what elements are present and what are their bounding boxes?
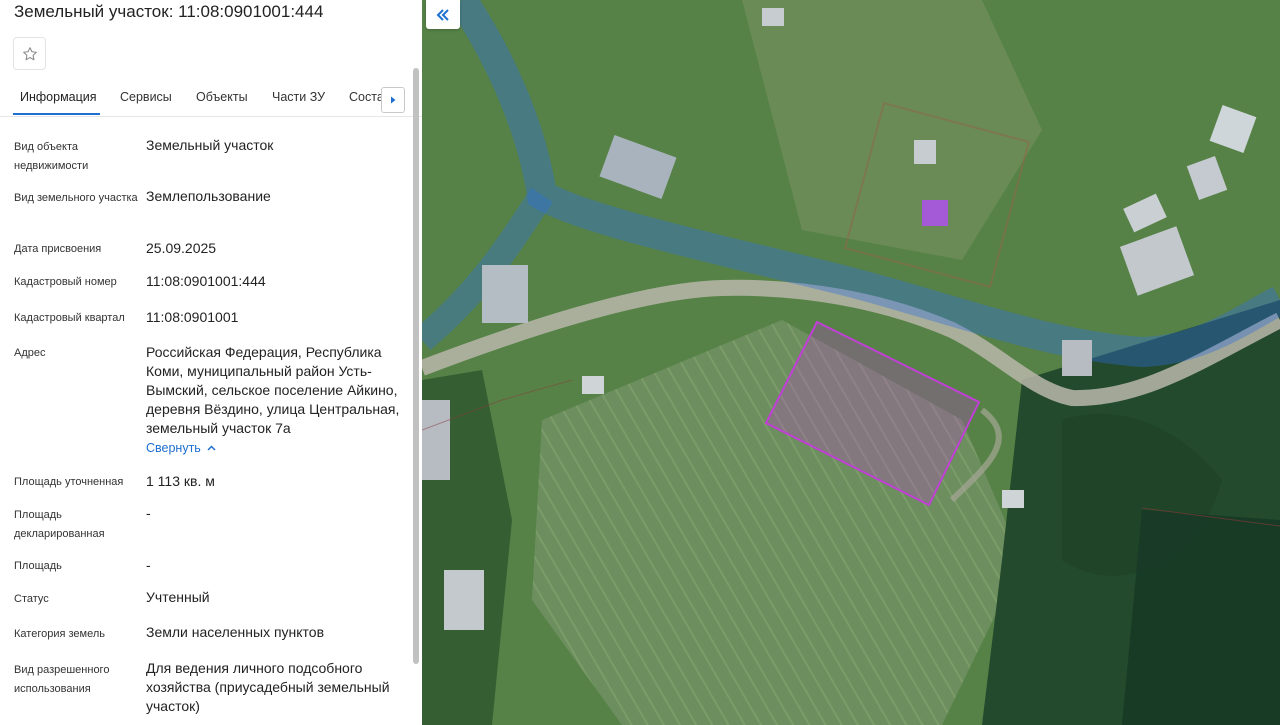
tab-parts[interactable]: Части ЗУ: [272, 90, 325, 104]
caret-right-icon: [391, 96, 396, 104]
page-title: Земельный участок: 11:08:0901001:444: [14, 2, 324, 21]
map-view[interactable]: [422, 0, 1280, 725]
field-label: Площадь: [14, 560, 62, 572]
field-value: -: [146, 505, 151, 521]
address-collapse-label: Свернуть: [146, 441, 201, 455]
tab-services[interactable]: Сервисы: [120, 90, 172, 104]
satellite-map: [422, 0, 1280, 725]
field-value: -: [146, 557, 151, 573]
double-chevron-left-icon: [436, 8, 449, 21]
star-outline-icon: [22, 46, 37, 60]
field-label: Кадастровый квартал: [14, 312, 125, 324]
field-label: Дата присвоения: [14, 243, 102, 255]
field-label: Вид разрешенного использования: [14, 664, 110, 695]
address-value: Российская Федерация, Республика Коми, м…: [146, 344, 400, 436]
field-label: Кадастровый номер: [14, 276, 117, 288]
tab-composition[interactable]: Соста: [349, 90, 384, 104]
collapse-panel-button[interactable]: [426, 0, 460, 29]
field-label: Площадь декларированная: [14, 509, 105, 540]
field-value: 25.09.2025: [146, 240, 217, 256]
field-label: Категория земель: [14, 628, 105, 640]
chevron-up-icon: [207, 445, 216, 451]
scrollbar-thumb[interactable]: [413, 68, 419, 664]
field-value: Земельный участок: [146, 137, 274, 153]
field-label: Адрес: [14, 347, 46, 359]
tab-bar: Информация Сервисы Объекты Части ЗУ Сост…: [0, 82, 422, 117]
field-label: Площадь уточненная: [14, 476, 124, 488]
field-label: Вид земельного участка: [14, 192, 138, 204]
info-panel: Земельный участок: 11:08:0901001:444 Инф…: [0, 0, 422, 725]
field-value: Учтенный: [146, 589, 210, 605]
field-value: Землепользование: [146, 188, 271, 204]
field-value: Для ведения личного подсобного хозяйства…: [146, 660, 390, 714]
field-value: 11:08:0901001: [146, 309, 239, 325]
active-tab-indicator: [13, 113, 100, 115]
tab-scroll-next-button[interactable]: [381, 87, 405, 113]
field-value: Земли населенных пунктов: [146, 624, 325, 640]
field-value: 11:08:0901001:444: [146, 273, 266, 289]
field-label: Вид объекта недвижимости: [14, 141, 89, 172]
tab-objects[interactable]: Объекты: [196, 90, 248, 104]
field-label: Статус: [14, 593, 49, 605]
tab-info[interactable]: Информация: [20, 90, 97, 104]
address-collapse-link[interactable]: Свернуть: [146, 441, 216, 455]
field-value: 1 113 кв. м: [146, 473, 215, 489]
favorite-button[interactable]: [13, 37, 46, 70]
